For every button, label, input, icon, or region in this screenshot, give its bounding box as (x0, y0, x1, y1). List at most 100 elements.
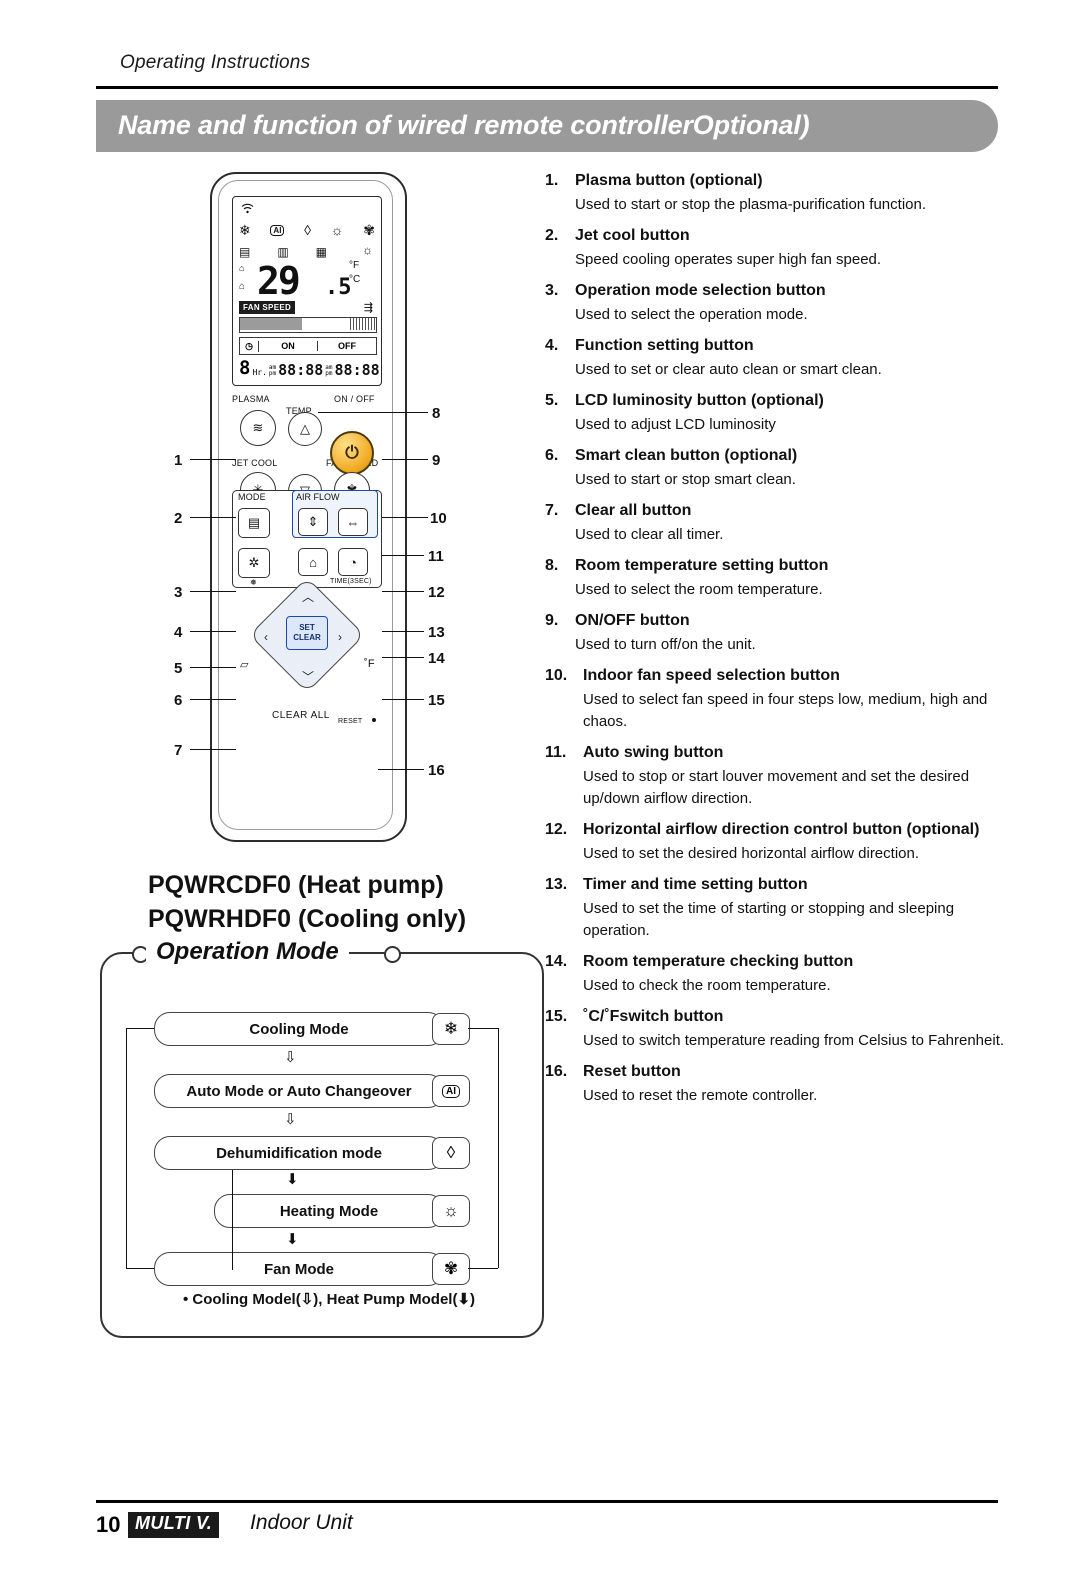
desc-title-11: Auto swing button (583, 744, 724, 761)
flow-arrow-4: ⬇ (286, 1231, 299, 1248)
lcd-timer-digits-right: 88:88 (334, 361, 380, 379)
desc-title-13: Timer and time setting button (583, 876, 808, 893)
desc-num-9: 9. (545, 612, 559, 629)
callout-line-5 (190, 667, 236, 668)
mode-step-fan: Fan Mode (154, 1252, 444, 1286)
reset-button[interactable] (372, 718, 376, 722)
callout-line-10 (382, 517, 428, 518)
desc-title-16: Reset button (583, 1063, 681, 1080)
label-plasma: PLASMA (232, 394, 270, 404)
desc-item-13: 13. Timer and time setting button Used to… (545, 874, 1005, 942)
auto-swing-button[interactable]: ⇕ (298, 508, 328, 536)
mode-button[interactable]: ▤ (238, 508, 270, 538)
callout-line-9 (382, 459, 428, 460)
heading-dot-right (384, 946, 401, 963)
desc-body-11: Used to stop or start louver movement an… (583, 768, 970, 807)
room-temp-checking-button[interactable]: ⌂ (298, 548, 328, 576)
callout-11: 11 (428, 548, 444, 565)
mode-step-dehumid: Dehumidification mode (154, 1136, 444, 1170)
callout-14: 14 (428, 650, 445, 667)
callout-line-12 (382, 591, 424, 592)
pad-left-arrow[interactable]: ‹ (264, 630, 268, 644)
desc-body-16: Used to reset the remote controller. (583, 1087, 818, 1104)
lcd-unit-c: °C (349, 274, 361, 285)
desc-title-15: ˚C/˚Fswitch button (583, 1008, 724, 1025)
loop-line-bottom (126, 1268, 154, 1269)
callout-7: 7 (174, 742, 183, 759)
timer-setting-button[interactable]: ◔ (338, 548, 368, 576)
horizontal-airflow-button[interactable]: ⇔ (338, 508, 368, 536)
desc-title-9: ON/OFF button (575, 612, 690, 629)
label-on-off: ON / OFF (334, 394, 375, 404)
loop-line-left (126, 1028, 127, 1268)
label-reset: RESET (338, 718, 363, 725)
callout-line-13 (382, 631, 424, 632)
callout-5: 5 (174, 660, 183, 677)
lcd-timer-on-label: ON (259, 341, 318, 351)
desc-num-14: 14. (545, 953, 568, 970)
on-off-button[interactable]: ⏻ (330, 431, 374, 475)
desc-body-9: Used to turn off/on the unit. (575, 636, 756, 653)
function-setting-button[interactable]: ✲ (238, 548, 270, 578)
desc-title-5: LCD luminosity button (optional) (575, 392, 824, 409)
callout-line-8 (318, 412, 428, 413)
temp-up-button[interactable]: △ (288, 412, 322, 446)
celsius-fahrenheit-button[interactable]: ˚F (364, 658, 375, 670)
desc-body-7: Used to clear all timer. (575, 526, 724, 543)
plasma-button[interactable]: ≋ (240, 410, 276, 446)
loop-line-top (126, 1028, 154, 1029)
callout-9: 9 (432, 452, 441, 469)
document-page: Operating Instructions Name and function… (0, 0, 1080, 1583)
callout-line-2 (190, 517, 236, 518)
callout-2: 2 (174, 510, 183, 527)
flow-arrow-2: ⇩ (284, 1111, 297, 1128)
page-title: Name and function of wired remote contro… (118, 110, 810, 140)
swing-icon: ⇶ (363, 302, 373, 314)
lcd-temperature-units: °F °C (349, 259, 360, 287)
desc-body-3: Used to select the operation mode. (575, 306, 808, 323)
callout-line-11 (382, 555, 424, 556)
desc-num-8: 8. (545, 557, 559, 574)
callout-13: 13 (428, 624, 445, 641)
desc-item-10: 10. Indoor fan speed selection button Use… (545, 665, 1005, 733)
callout-line-14 (382, 657, 424, 658)
snowflake-icon: ❄ (432, 1013, 470, 1045)
lcd-level-bar (239, 317, 377, 333)
sun-icon: ☼ (432, 1195, 470, 1227)
desc-item-4: 4. Function setting button Used to set or… (545, 335, 1005, 381)
callout-line-15 (382, 699, 424, 700)
fan-icon: ✾ (432, 1253, 470, 1285)
desc-body-2: Speed cooling operates super high fan sp… (575, 251, 882, 268)
callout-12: 12 (428, 584, 445, 601)
callout-3: 3 (174, 584, 183, 601)
lcd-unit-f: °F (349, 260, 360, 271)
callout-line-4 (190, 631, 236, 632)
ai-icon: AI (432, 1075, 470, 1107)
lcd-luminosity-icon[interactable]: ▱ (240, 658, 249, 671)
pad-right-arrow[interactable]: › (338, 630, 342, 644)
pad-up-arrow[interactable]: ︿ (302, 588, 314, 605)
operation-mode-heading: Operation Mode (146, 938, 349, 966)
set-clear-button[interactable]: SET CLEAR (286, 616, 328, 650)
desc-title-3: Operation mode selection button (575, 282, 826, 299)
sun-icon: ☼ (330, 222, 344, 238)
running-head: Operating Instructions (120, 52, 311, 73)
callout-4: 4 (174, 624, 183, 641)
desc-body-1: Used to start or stop the plasma-purific… (575, 196, 927, 213)
desc-num-3: 3. (545, 282, 559, 299)
desc-item-15: 15. ˚C/˚Fswitch button Used to switch tem… (545, 1006, 1005, 1052)
bottom-rule (96, 1500, 998, 1503)
lcd-timer-big-digit: 8 (239, 357, 251, 379)
desc-body-8: Used to select the room temperature. (575, 581, 823, 598)
pad-down-arrow[interactable]: ﹀ (302, 668, 314, 685)
remote-controller-illustration: ❄ AI ◊ ☼ ✾ ▤ ▥ ▦ ☼ ⌂ ⌂ 29 .5 °F °C FAN S… (210, 172, 415, 842)
filter-icon: ▤ (239, 245, 251, 259)
callout-1: 1 (174, 452, 183, 469)
droplet-icon: ◊ (304, 222, 312, 238)
desc-body-5: Used to adjust LCD luminosity (575, 416, 776, 433)
label-clear-all: CLEAR ALL (272, 710, 330, 721)
lcd-mode-icon-row: ❄ AI ◊ ☼ ✾ (239, 219, 375, 241)
callout-16: 16 (428, 762, 445, 779)
desc-item-8: 8. Room temperature setting button Used t… (545, 555, 1005, 601)
lcd-sun-small-icon: ☼ (362, 243, 373, 257)
